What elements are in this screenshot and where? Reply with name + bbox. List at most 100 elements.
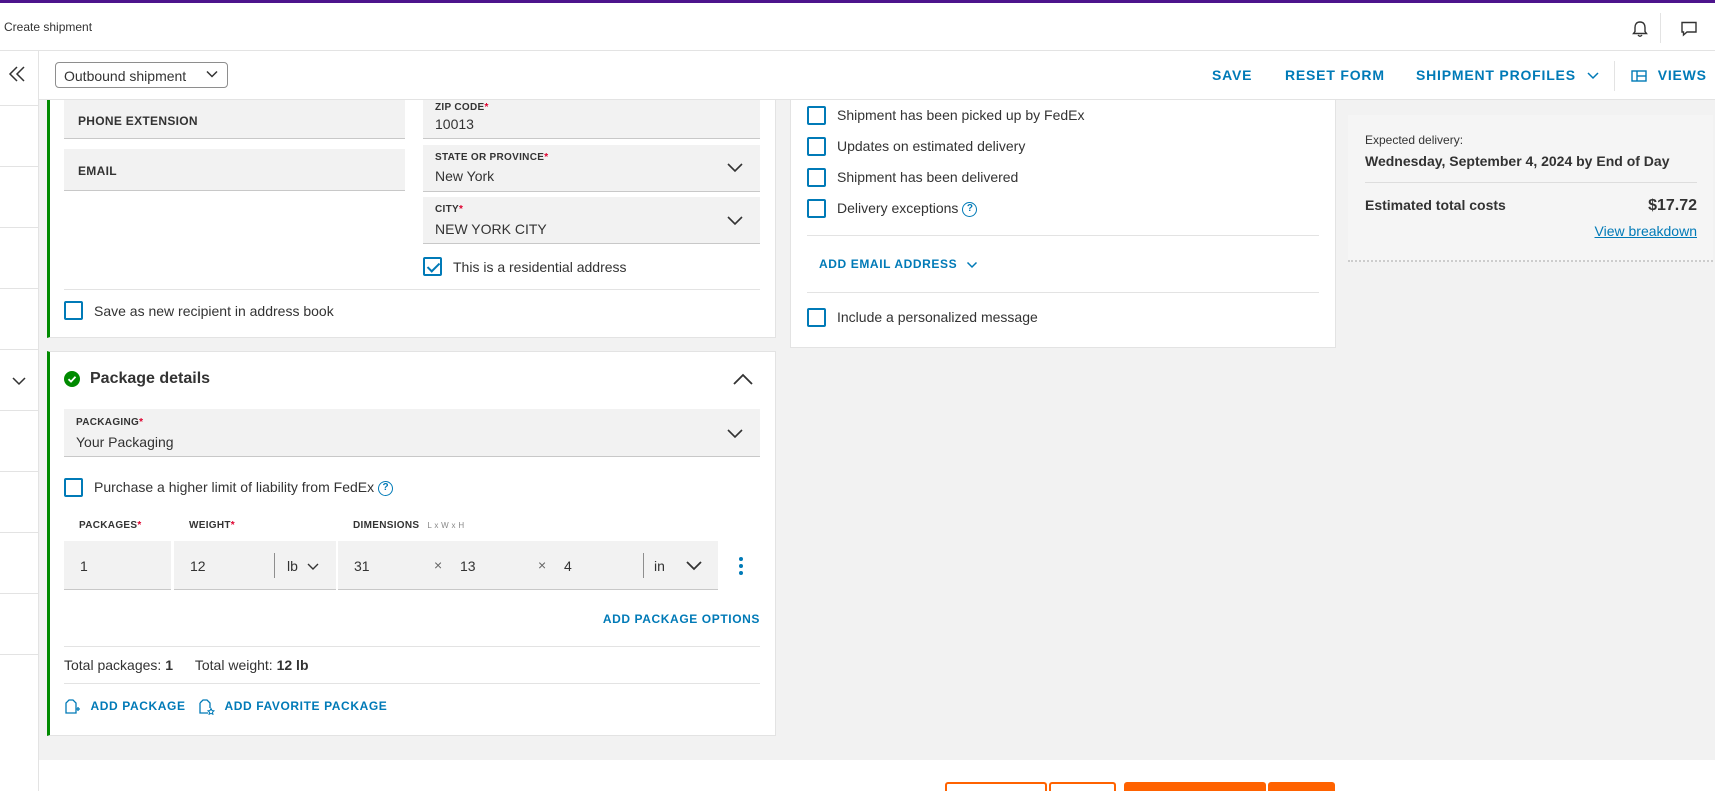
estimated-cost-value: $17.72 — [1648, 197, 1697, 214]
section-divider — [807, 235, 1319, 236]
footer-primary-dropdown-button[interactable] — [1268, 782, 1335, 791]
liability-checkbox[interactable] — [64, 478, 83, 497]
shipment-summary: Expected delivery: Wednesday, September … — [1348, 115, 1713, 262]
chat-icon[interactable] — [1679, 19, 1699, 39]
rail-divider — [0, 471, 39, 472]
rail-divider — [0, 227, 39, 228]
residential-label: This is a residential address — [453, 259, 627, 275]
rail-divider — [0, 288, 39, 289]
weight-input[interactable]: 12 lb — [174, 541, 336, 590]
package-details-card: Package details PACKAGING* Your Packagin… — [47, 351, 776, 736]
packaging-select[interactable]: PACKAGING* Your Packaging — [64, 409, 760, 457]
help-icon[interactable]: ? — [962, 201, 978, 217]
personal-message-checkbox[interactable] — [807, 308, 826, 327]
times-icon: × — [434, 557, 443, 573]
notify-delivered-checkbox[interactable] — [807, 168, 826, 187]
add-package-options-button[interactable]: ADD PACKAGE OPTIONS — [603, 612, 760, 626]
notify-delivered-label: Shipment has been delivered — [837, 169, 1019, 185]
save-button[interactable]: SAVE — [1212, 67, 1252, 83]
section-divider — [64, 683, 760, 684]
state-select[interactable]: STATE OR PROVINCE* New York — [423, 145, 760, 192]
zip-code-field[interactable]: ZIP CODE* 10013 — [423, 100, 760, 139]
weight-unit-select[interactable]: lb — [287, 558, 320, 574]
footer-secondary-button[interactable] — [1049, 782, 1116, 791]
package-totals: Total packages: 1 Total weight: 12 lb — [64, 657, 309, 673]
weight-unit-value: lb — [287, 558, 298, 574]
shipment-type-value: Outbound shipment — [64, 68, 187, 84]
dimension-length-value[interactable]: 31 — [354, 558, 370, 574]
section-divider — [64, 289, 760, 290]
app-header: Create shipment — [0, 3, 1715, 51]
summary-divider — [1365, 182, 1697, 183]
chevron-down-icon — [967, 261, 978, 268]
page-title: Create shipment — [4, 20, 93, 34]
chevron-down-icon — [205, 67, 219, 84]
unit-divider — [274, 553, 275, 578]
help-icon[interactable]: ? — [378, 480, 394, 496]
chevron-down-icon[interactable] — [11, 373, 27, 391]
zip-code-label: ZIP CODE* — [435, 102, 489, 113]
packaging-value: Your Packaging — [76, 434, 174, 450]
views-button[interactable]: VIEWS — [1631, 67, 1707, 83]
favorite-package-icon — [199, 699, 216, 716]
more-options-icon[interactable] — [738, 556, 744, 576]
view-breakdown-link[interactable]: View breakdown — [1595, 223, 1697, 239]
email-label: EMAIL — [78, 164, 117, 178]
toolbar-divider — [1614, 61, 1615, 91]
weight-label: WEIGHT* — [189, 520, 235, 531]
rail-divider — [0, 593, 39, 594]
shipment-profiles-button[interactable]: SHIPMENT PROFILES — [1416, 67, 1600, 83]
add-favorite-package-button[interactable]: ADD FAVORITE PACKAGE — [198, 699, 388, 716]
footer-secondary-button[interactable] — [945, 782, 1047, 791]
dimensions-input[interactable]: 31 × 13 × 4 in — [338, 541, 718, 590]
residential-checkbox[interactable] — [423, 257, 442, 276]
chevron-up-icon[interactable] — [732, 372, 754, 386]
shipment-type-select[interactable]: Outbound shipment — [55, 62, 228, 88]
notify-picked-up-checkbox[interactable] — [807, 106, 826, 125]
city-select[interactable]: CITY* NEW YORK CITY — [423, 197, 760, 244]
chevron-down-icon — [1587, 72, 1599, 80]
chevron-down-icon — [686, 561, 702, 571]
header-divider — [1660, 13, 1661, 43]
packages-label: PACKAGES* — [79, 520, 142, 531]
footer-primary-button[interactable] — [1124, 782, 1266, 791]
add-package-button[interactable]: ADD PACKAGE — [64, 699, 186, 715]
add-email-address-button[interactable]: ADD EMAIL ADDRESS — [819, 257, 978, 271]
total-packages-value: 1 — [165, 657, 173, 673]
email-field[interactable]: EMAIL — [64, 149, 405, 191]
packages-value: 1 — [80, 558, 88, 574]
save-recipient-checkbox[interactable] — [64, 301, 83, 320]
save-recipient-label: Save as new recipient in address book — [94, 303, 334, 319]
state-value: New York — [435, 168, 495, 184]
shipment-toolbar: Outbound shipment SAVE RESET FORM SHIPME… — [39, 51, 1715, 100]
packages-input[interactable]: 1 — [64, 541, 171, 590]
rail-divider — [0, 410, 39, 411]
phone-extension-field[interactable]: PHONE EXTENSION — [64, 100, 405, 139]
form-footer — [39, 760, 1715, 791]
state-label: STATE OR PROVINCE* — [435, 152, 549, 163]
reset-form-button[interactable]: RESET FORM — [1285, 67, 1385, 83]
bell-icon[interactable] — [1630, 19, 1650, 39]
add-favorite-package-label: ADD FAVORITE PACKAGE — [224, 699, 388, 714]
dimension-width-value[interactable]: 13 — [460, 558, 476, 574]
city-value: NEW YORK CITY — [435, 221, 547, 237]
dimension-height-value[interactable]: 4 — [564, 558, 572, 574]
notifications-card: Shipment has been picked up by FedEx Upd… — [790, 100, 1336, 348]
package-details-title: Package details — [90, 370, 211, 387]
collapse-sidebar-icon[interactable] — [6, 63, 28, 90]
chevron-down-icon — [727, 216, 743, 226]
dimension-unit-select[interactable]: in — [654, 558, 703, 574]
phone-extension-label: PHONE EXTENSION — [78, 114, 198, 128]
notify-estimated-delivery-checkbox[interactable] — [807, 137, 826, 156]
notify-estimated-delivery-label: Updates on estimated delivery — [837, 138, 1026, 154]
chevron-down-icon — [727, 163, 743, 173]
grid-view-icon — [1631, 70, 1647, 82]
city-label: CITY* — [435, 204, 464, 215]
dimensions-hint: L x W x H — [427, 521, 465, 530]
estimated-cost-label: Estimated total costs — [1365, 197, 1506, 213]
zip-code-value: 10013 — [435, 116, 474, 132]
notify-exceptions-checkbox[interactable] — [807, 199, 826, 218]
rail-divider — [0, 105, 39, 106]
chevron-down-icon — [727, 429, 743, 439]
notify-picked-up-label: Shipment has been picked up by FedEx — [837, 107, 1085, 123]
